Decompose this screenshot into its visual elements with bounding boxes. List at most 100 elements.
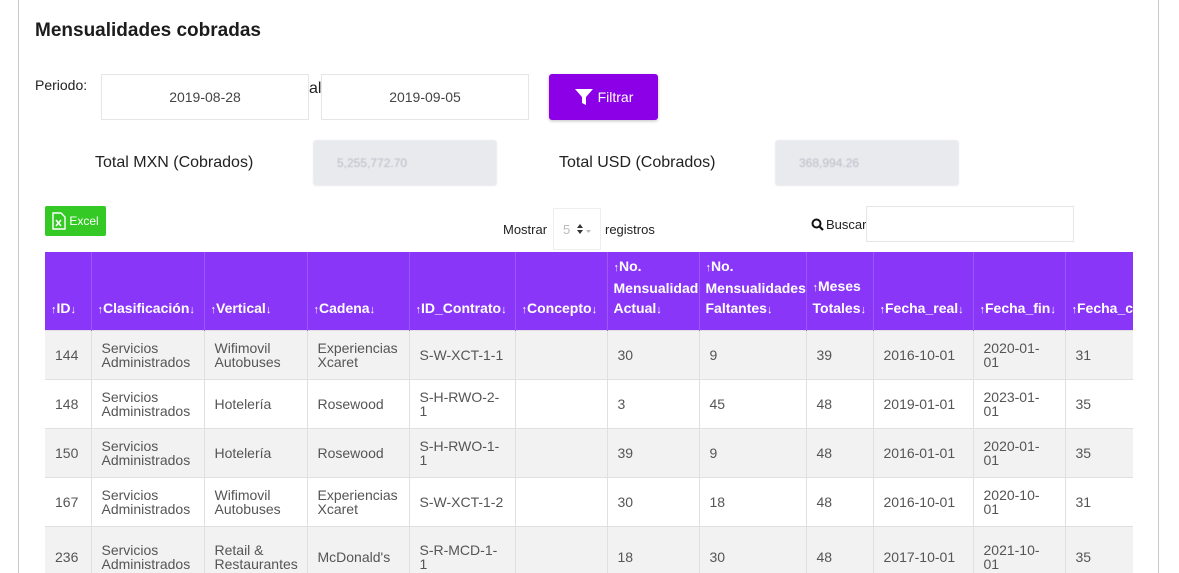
filter-button-label: Filtrar <box>597 89 634 105</box>
table-cell: McDonald's <box>307 525 410 573</box>
column-header[interactable]: ↑Fecha_fin↓ <box>973 252 1066 330</box>
column-header[interactable]: ↑No. Mensualidades Faltantes↓ <box>699 252 807 330</box>
table-cell: Servicios Administrados <box>91 476 205 526</box>
table-cell: 2016-01-01 <box>873 427 974 477</box>
search-icon <box>811 218 824 231</box>
table-cell: 30 <box>699 525 807 573</box>
table-cell: 150 <box>45 427 92 477</box>
table-cell: 2023-01-01 <box>973 378 1066 428</box>
sort-down-icon: ↓ <box>1050 303 1056 316</box>
content-panel: Mensualidades cobradas Periodo: 2019-08-… <box>18 0 1159 573</box>
table-row[interactable]: 236 Servicios Administrados Retail & Resta… <box>45 525 1133 573</box>
table-cell: 31 <box>1065 329 1133 379</box>
table-cell: 2016-10-01 <box>873 476 974 526</box>
filter-button[interactable]: Filtrar <box>549 74 658 120</box>
column-header-text: Faltantes <box>705 299 767 316</box>
table-cell: Servicios Administrados <box>91 427 205 477</box>
column-header-text: Fecha_real <box>885 299 959 316</box>
table-cell <box>515 427 608 477</box>
column-header-text: Clasificación <box>103 299 190 316</box>
table-cell: 2020-01-01 <box>973 427 1066 477</box>
table-cell: 2017-10-01 <box>873 525 974 573</box>
column-header-text: ID_Contrato <box>421 299 502 316</box>
table-cell <box>515 476 608 526</box>
table-cell: 9 <box>699 427 807 477</box>
column-header-text: Actual <box>613 299 657 316</box>
table-cell: 18 <box>607 525 700 573</box>
excel-button-label: Excel <box>69 214 99 228</box>
table-cell: 2020-10-01 <box>973 476 1066 526</box>
mostrar-label: Mostrar <box>503 222 548 237</box>
column-header-text: No. <box>619 257 642 274</box>
table-cell: S-R-MCD-1-1 <box>409 525 516 573</box>
table-cell: Wifimovil Autobuses <box>204 476 308 526</box>
column-header[interactable]: ↑No. Mensualidad Actual↓ <box>607 252 700 330</box>
date-from-input[interactable]: 2019-08-28 <box>101 74 309 120</box>
table-cell: Hotelería <box>204 378 308 428</box>
column-header[interactable]: ↑Cadena↓ <box>307 252 410 330</box>
column-header[interactable]: ↑ID_Contrato↓ <box>409 252 516 330</box>
sort-down-icon: ↓ <box>265 303 272 316</box>
column-header[interactable]: ↑Concepto↓ <box>515 252 608 330</box>
total-mxn-field: 5,255,772.70 <box>313 140 497 186</box>
column-header-text: Cadena <box>319 299 370 316</box>
registros-label: registros <box>605 222 655 237</box>
table-row[interactable]: 148 Servicios Administrados Hotelería Rosew… <box>45 378 1133 428</box>
table-cell: 2019-01-01 <box>873 378 974 428</box>
filter-icon <box>574 89 593 105</box>
table-cell: Experiencias Xcaret <box>307 329 410 379</box>
table-cell: 35 <box>1065 427 1133 477</box>
table-cell: 39 <box>607 427 700 477</box>
table-cell: 48 <box>806 525 874 573</box>
column-header[interactable]: ↑ID↓ <box>45 252 92 330</box>
table-cell: 2020-01-01 <box>973 329 1066 379</box>
table-cell: 144 <box>45 329 92 379</box>
column-header-text: Totales <box>812 299 861 316</box>
page-size-select[interactable]: 5 <box>553 208 601 250</box>
table-row[interactable]: 144 Servicios Administrados Wifimovil Auto… <box>45 329 1133 379</box>
sort-arrows-icon <box>577 224 592 234</box>
page-title: Mensualidades cobradas <box>35 20 261 41</box>
table-cell: Hotelería <box>204 427 308 477</box>
data-table: ↑ID↓ ↑Clasificación↓ ↑Vertical↓ ↑Cadena↓ ↑ID… <box>45 252 1133 573</box>
excel-file-icon <box>52 212 67 230</box>
sort-down-icon: ↓ <box>958 303 964 316</box>
table-cell: S-W-XCT-1-1 <box>409 329 516 379</box>
total-mxn-label: Total MXN (Cobrados) <box>95 154 254 171</box>
column-header-text: Fecha_c <box>1077 299 1133 316</box>
table-cell <box>515 525 608 573</box>
search-input[interactable] <box>866 206 1074 242</box>
table-body: 144 Servicios Administrados Wifimovil Auto… <box>45 329 1133 573</box>
column-header-text: Mensualidades <box>705 279 806 296</box>
table-cell: 48 <box>806 427 874 477</box>
sort-down-icon: ↓ <box>591 303 598 316</box>
column-header[interactable]: ↑Fecha_c↓ <box>1065 252 1133 330</box>
column-header[interactable]: ↑Clasificación↓ <box>91 252 205 330</box>
sort-down-icon: ↓ <box>501 303 507 316</box>
column-header-text: Fecha_fin <box>985 299 1051 316</box>
excel-export-button[interactable]: Excel <box>45 206 106 236</box>
sort-down-icon: ↓ <box>189 303 195 316</box>
column-header[interactable]: ↑Vertical↓ <box>204 252 308 330</box>
table-cell: S-H-RWO-1-1 <box>409 427 516 477</box>
table-cell: 18 <box>699 476 807 526</box>
table-cell: 167 <box>45 476 92 526</box>
table-cell: 48 <box>806 378 874 428</box>
al-label: al <box>309 80 322 97</box>
table-cell: 31 <box>1065 476 1133 526</box>
sort-down-icon: ↓ <box>369 303 376 316</box>
page-size-value: 5 <box>563 221 571 237</box>
table-row[interactable]: 150 Servicios Administrados Hotelería Rosew… <box>45 427 1133 477</box>
table-row[interactable]: 167 Servicios Administrados Wifimovil Auto… <box>45 476 1133 526</box>
column-header[interactable]: ↑Fecha_real↓ <box>873 252 974 330</box>
table-cell <box>515 329 608 379</box>
sort-down-icon: ↓ <box>656 303 662 316</box>
table-cell: 45 <box>699 378 807 428</box>
date-to-input[interactable]: 2019-09-05 <box>321 74 529 120</box>
total-usd-field: 368,994.26 <box>775 140 959 186</box>
table-cell: 30 <box>607 329 700 379</box>
table-cell: Servicios Administrados <box>91 329 205 379</box>
column-header[interactable]: ↑Meses Totales↓ <box>806 252 874 330</box>
table-cell: 2016-10-01 <box>873 329 974 379</box>
table-cell: Retail & Restaurantes <box>204 525 308 573</box>
